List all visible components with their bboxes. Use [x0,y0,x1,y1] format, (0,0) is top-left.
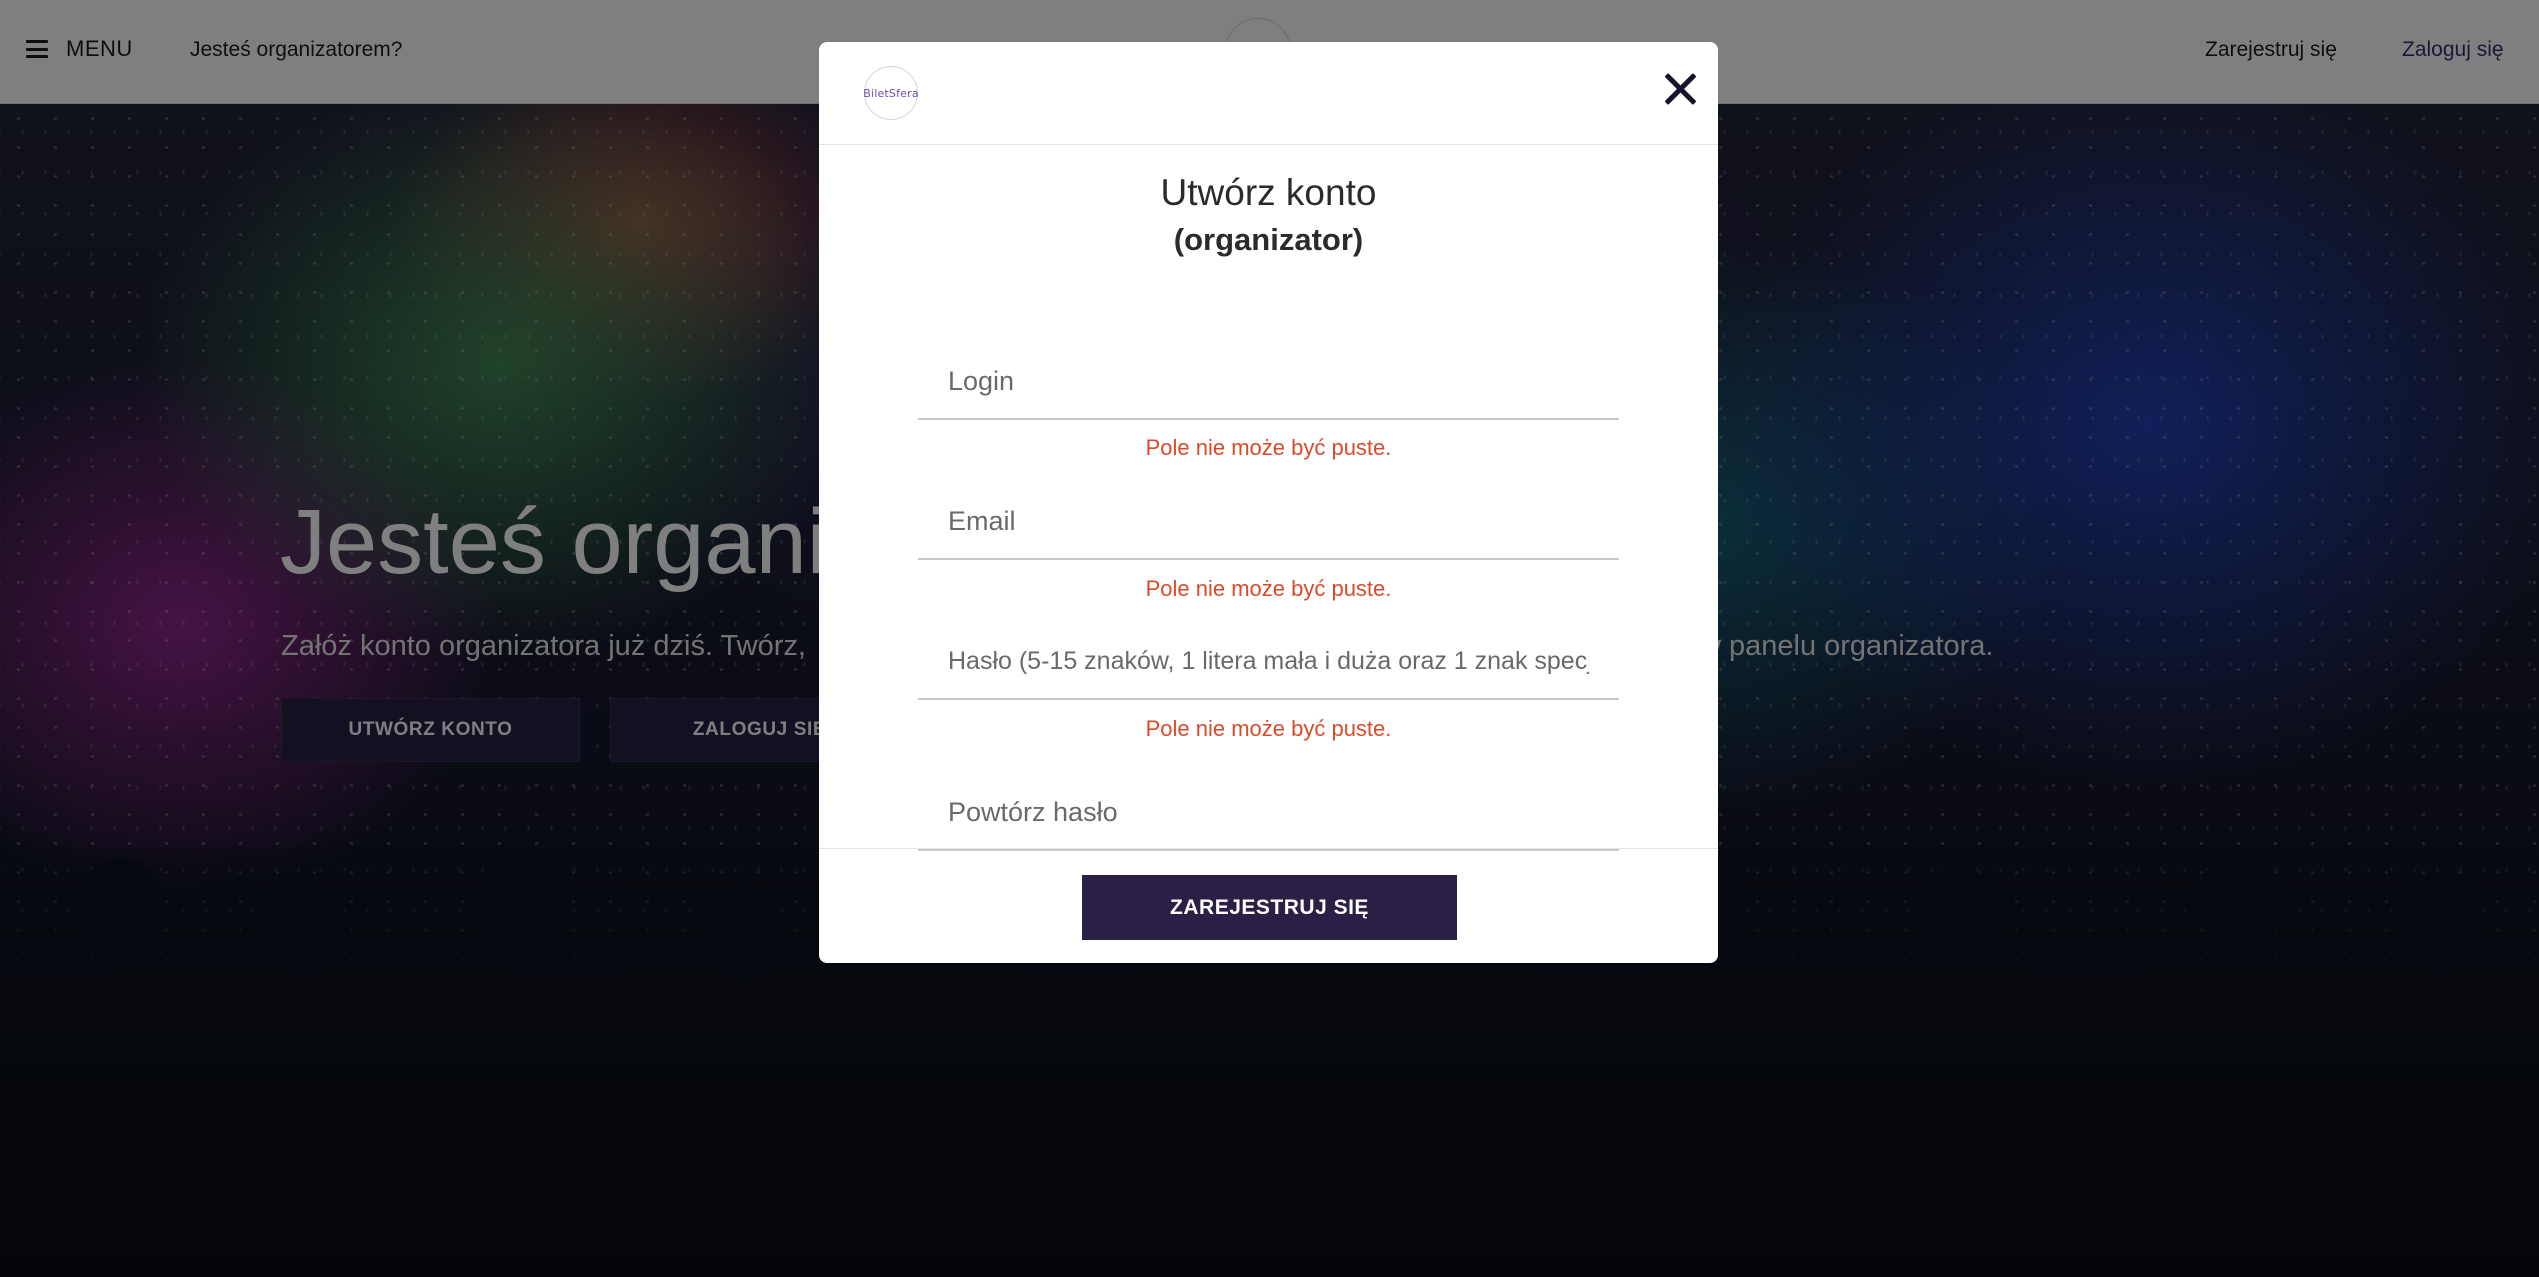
email-error: Pole nie może być puste. [1145,576,1392,601]
modal-footer: ZAREJESTRUJ SIĘ [819,848,1718,963]
login-input[interactable] [918,344,1619,418]
email-field [918,484,1619,560]
login-field [918,344,1619,420]
repeat-password-input[interactable] [918,775,1619,849]
modal-logo: BiletSfera [863,66,919,120]
email-input[interactable] [918,484,1619,558]
modal-title: Utwórz konto [1160,172,1377,213]
login-error: Pole nie może być puste. [1145,435,1392,460]
close-icon[interactable] [1663,72,1697,106]
modal-header: BiletSfera [819,42,1718,145]
password-input[interactable] [918,624,1619,698]
register-submit-button[interactable]: ZAREJESTRUJ SIĘ [1082,875,1457,940]
modal-subtitle: (organizator) [1173,222,1364,257]
repeat-password-field [918,775,1619,851]
password-error: Pole nie może być puste. [1145,716,1392,741]
password-field [918,624,1619,700]
register-modal: BiletSfera Utwórz konto (organizator) Po… [819,42,1718,963]
